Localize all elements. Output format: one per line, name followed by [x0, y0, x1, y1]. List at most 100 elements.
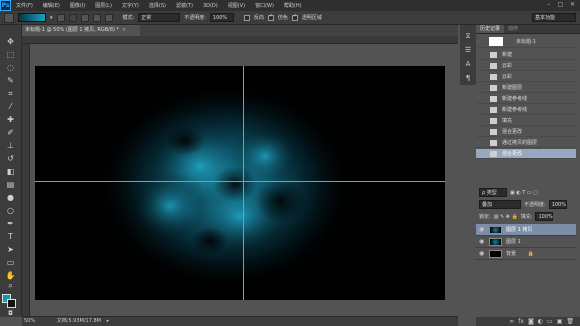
- filter-icons[interactable]: ▣ ◐ T ▭ ▢: [510, 190, 538, 196]
- zoom-tool-icon[interactable]: ⌕: [4, 281, 17, 291]
- menu-view[interactable]: 视图(V): [223, 2, 250, 9]
- blur-tool-icon[interactable]: ●: [4, 193, 17, 203]
- history-item[interactable]: 新建参考线: [476, 105, 576, 115]
- minimize-icon[interactable]: –: [544, 1, 553, 9]
- history-brush-tool-icon[interactable]: ↺: [4, 154, 17, 164]
- maximize-icon[interactable]: □: [556, 1, 565, 9]
- quick-mask-icon[interactable]: ◘: [4, 309, 17, 319]
- layer-row[interactable]: ◉ 图层 1: [476, 236, 576, 248]
- history-item[interactable]: 填充: [476, 116, 576, 126]
- hand-tool-icon[interactable]: ✋: [4, 271, 17, 281]
- gradient-preview[interactable]: [18, 13, 46, 22]
- close-icon[interactable]: ✕: [568, 1, 577, 9]
- dodge-tool-icon[interactable]: ○: [4, 206, 17, 216]
- eye-icon[interactable]: ◉: [479, 224, 484, 236]
- document-canvas[interactable]: [35, 66, 445, 300]
- document-tab[interactable]: 未标题-1 @ 50% (图层 1 拷贝, RGB/8) * ×: [22, 25, 140, 36]
- fx-icon[interactable]: fx: [518, 317, 524, 326]
- chevron-down-icon[interactable]: ▾: [50, 15, 53, 21]
- link-layers-icon[interactable]: ∞: [509, 317, 514, 326]
- history-item-label: 云彩: [502, 63, 513, 69]
- new-layer-icon[interactable]: ▣: [557, 317, 563, 326]
- eyedropper-tool-icon[interactable]: ⁄: [4, 102, 17, 112]
- tab-history[interactable]: 历史记录: [476, 25, 505, 33]
- history-item[interactable]: 云彩: [476, 61, 576, 71]
- eye-icon[interactable]: ◉: [479, 248, 484, 260]
- blend-mode-select[interactable]: 叠加: [479, 200, 521, 209]
- mode-select[interactable]: 正常: [138, 13, 181, 22]
- vertical-guide[interactable]: [243, 66, 244, 300]
- history-item[interactable]: 新建: [476, 50, 576, 60]
- add-mask-icon[interactable]: ◙: [528, 317, 534, 326]
- layer-opacity-input[interactable]: 100%: [548, 200, 567, 209]
- menu-3d[interactable]: 3D(D): [198, 3, 223, 9]
- clone-stamp-tool-icon[interactable]: ⊥: [4, 141, 17, 151]
- history-item-active[interactable]: 混合更改: [476, 149, 576, 159]
- adjustment-layer-icon[interactable]: ◐: [538, 317, 543, 326]
- menu-file[interactable]: 文件(F): [11, 2, 38, 9]
- lock-icons[interactable]: ▨ ✎ ✥ 🔒: [494, 214, 518, 220]
- move-tool-icon[interactable]: ✥: [4, 37, 17, 47]
- chevron-right-icon[interactable]: ▸: [107, 318, 110, 324]
- history-item[interactable]: 云彩: [476, 72, 576, 82]
- gradient-tool-preset-icon[interactable]: [4, 12, 14, 23]
- diamond-gradient-icon[interactable]: [104, 13, 113, 22]
- lock-icon: 🔒: [527, 251, 534, 257]
- angle-gradient-icon[interactable]: [80, 13, 89, 22]
- opacity-input[interactable]: 100%: [209, 13, 234, 22]
- dither-checkbox[interactable]: [267, 14, 274, 21]
- close-icon[interactable]: ×: [122, 27, 126, 33]
- pen-tool-icon[interactable]: ✒: [4, 219, 17, 229]
- history-item[interactable]: 混合更改: [476, 127, 576, 137]
- menu-edit[interactable]: 编辑(E): [38, 2, 65, 9]
- menu-help[interactable]: 帮助(H): [279, 2, 307, 9]
- marquee-tool-icon[interactable]: ⬚: [4, 50, 17, 60]
- type-tool-icon[interactable]: T: [4, 232, 17, 242]
- reverse-checkbox[interactable]: [243, 14, 250, 21]
- menu-select[interactable]: 选择(S): [144, 2, 171, 9]
- history-snapshot[interactable]: 未标题-1: [476, 36, 576, 48]
- healing-brush-tool-icon[interactable]: ✚: [4, 115, 17, 125]
- history-item[interactable]: 新建图层: [476, 83, 576, 93]
- path-selection-tool-icon[interactable]: ➤: [4, 245, 17, 255]
- reverse-label: 反向: [253, 15, 264, 21]
- workspace-select[interactable]: 基本功能: [532, 13, 576, 22]
- layer-name: 背景: [506, 251, 517, 257]
- trash-icon[interactable]: 🗑: [566, 317, 574, 326]
- history-panel-icon[interactable]: ⧖: [463, 31, 473, 41]
- brush-tool-icon[interactable]: ✐: [4, 128, 17, 138]
- eraser-tool-icon[interactable]: ◧: [4, 167, 17, 177]
- menu-image[interactable]: 图像(I): [65, 2, 90, 9]
- background-color-swatch[interactable]: [7, 299, 16, 308]
- vertical-ruler[interactable]: [22, 44, 30, 316]
- layer-row[interactable]: ◉ 背景 🔒: [476, 248, 576, 260]
- transparency-checkbox[interactable]: [291, 14, 298, 21]
- linear-gradient-icon[interactable]: [56, 13, 65, 22]
- fill-input[interactable]: 100%: [535, 212, 554, 221]
- tab-actions[interactable]: 动作: [504, 25, 522, 33]
- paragraph-panel-icon[interactable]: ¶: [463, 73, 473, 83]
- group-icon[interactable]: ▭: [547, 317, 553, 326]
- history-item[interactable]: 通过拷贝的图层: [476, 138, 576, 148]
- lasso-tool-icon[interactable]: ◌: [4, 63, 17, 73]
- reflected-gradient-icon[interactable]: [92, 13, 101, 22]
- history-item[interactable]: 新建参考线: [476, 94, 576, 104]
- properties-panel-icon[interactable]: ☰: [463, 45, 473, 55]
- menu-layer[interactable]: 图层(L): [90, 2, 117, 9]
- shape-tool-icon[interactable]: ▭: [4, 258, 17, 268]
- menu-type[interactable]: 文字(Y): [117, 2, 144, 9]
- character-panel-icon[interactable]: A: [463, 59, 473, 69]
- horizontal-guide[interactable]: [35, 181, 445, 182]
- options-bar: ▾ 模式: 正常 不透明度: 100% 反向 仿色 透明区域 基本功能: [0, 11, 580, 25]
- radial-gradient-icon[interactable]: [68, 13, 77, 22]
- menu-window[interactable]: 窗口(W): [250, 2, 279, 9]
- menu-filter[interactable]: 滤镜(T): [171, 2, 198, 9]
- gradient-tool-icon[interactable]: ▤: [4, 180, 17, 190]
- layer-row[interactable]: ◉ 图层 1 拷贝: [476, 224, 576, 236]
- quick-select-tool-icon[interactable]: ✎: [4, 76, 17, 86]
- horizontal-ruler[interactable]: [22, 36, 458, 44]
- layer-kind-filter[interactable]: ρ 类型: [479, 188, 507, 197]
- eye-icon[interactable]: ◉: [479, 236, 484, 248]
- crop-tool-icon[interactable]: ⌗: [4, 89, 17, 99]
- zoom-level[interactable]: 50%: [24, 318, 35, 324]
